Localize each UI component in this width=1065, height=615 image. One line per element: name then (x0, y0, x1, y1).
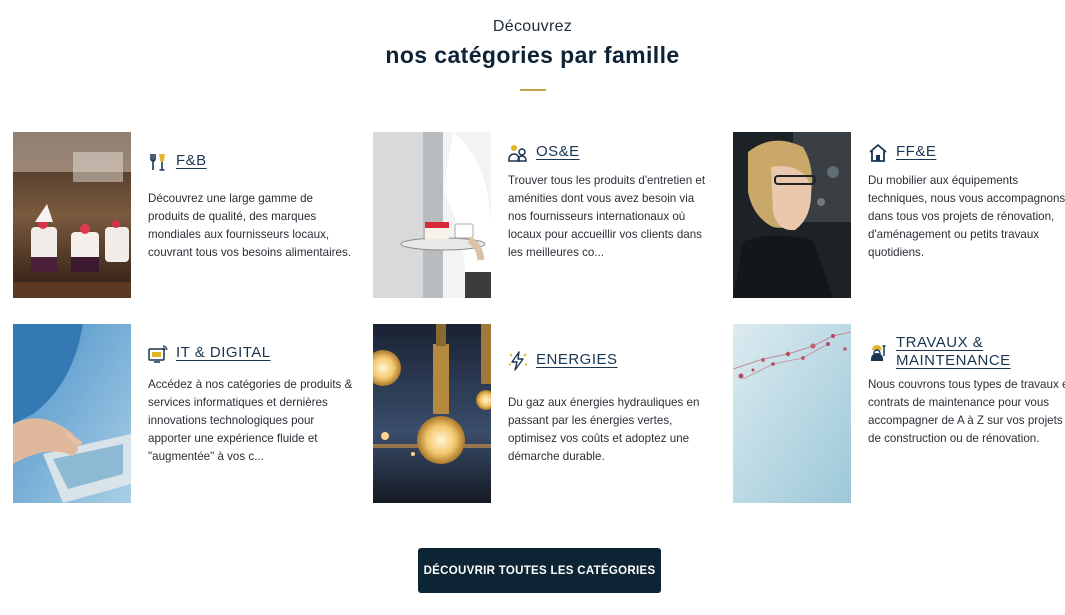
category-card-travaux-maintenance: TRAVAUX & MAINTENANCE Nous couvrons tous… (733, 324, 1065, 504)
section-header: Découvrez nos catégories par famille (0, 18, 1065, 91)
it-digital-title-link[interactable]: IT & DIGITAL (176, 344, 271, 362)
ffe-header: FF&E (868, 143, 936, 163)
travaux-maintenance-image[interactable] (733, 324, 851, 503)
house-icon (868, 143, 888, 163)
category-card-it-digital: IT & DIGITAL Accédez à nos catégories de… (13, 324, 353, 504)
category-card-energies: ENERGIES Du gaz aux énergies hydraulique… (373, 324, 713, 504)
travaux-maintenance-title-line2: MAINTENANCE (896, 352, 1011, 369)
fnb-image[interactable] (13, 132, 131, 298)
travaux-maintenance-title-line1: TRAVAUX & (896, 334, 984, 351)
travaux-maintenance-header: TRAVAUX & MAINTENANCE (868, 334, 1011, 370)
ose-description: Trouver tous les produits d'entretien et… (508, 174, 706, 259)
people-group-icon (508, 143, 528, 163)
ose-header: OS&E (508, 143, 580, 163)
fork-glass-icon (148, 152, 168, 172)
section-subtitle: Découvrez (492, 18, 573, 35)
fnb-title-link[interactable]: F&B (176, 152, 207, 170)
monitor-wifi-icon (148, 344, 168, 364)
energies-image[interactable] (373, 324, 491, 503)
it-digital-header: IT & DIGITAL (148, 344, 271, 364)
lightning-bolt-icon (508, 351, 528, 371)
ose-title-link[interactable]: OS&E (536, 143, 580, 161)
ffe-image[interactable] (733, 132, 851, 298)
ffe-title-link[interactable]: FF&E (896, 143, 936, 161)
fnb-description: Découvrez une large gamme de produits de… (148, 192, 351, 259)
travaux-maintenance-title-link[interactable]: TRAVAUX & MAINTENANCE (896, 334, 1011, 370)
it-digital-description: Accédez à nos catégories de produits & s… (148, 378, 353, 463)
category-card-ose: OS&E Trouver tous les produits d'entreti… (373, 132, 713, 312)
ose-image[interactable] (373, 132, 491, 298)
section-title: nos catégories par famille (385, 42, 680, 68)
ffe-description: Du mobilier aux équipements techniques, … (868, 174, 1065, 259)
travaux-maintenance-description: Nous couvrons tous types de travaux et c… (868, 378, 1065, 445)
discover-all-categories-button[interactable]: DÉCOUVRIR TOUTES LES CATÉGORIES (418, 548, 661, 593)
it-digital-image[interactable] (13, 324, 131, 503)
fnb-header: F&B (148, 152, 207, 172)
energies-description: Du gaz aux énergies hydrauliques en pass… (508, 396, 700, 463)
worker-tools-icon (868, 342, 888, 362)
energies-title-link[interactable]: ENERGIES (536, 351, 618, 369)
category-card-ffe: FF&E Du mobilier aux équipements techniq… (733, 132, 1065, 312)
energies-header: ENERGIES (508, 351, 618, 371)
category-card-fnb: F&B Découvrez une large gamme de produit… (13, 132, 353, 312)
title-divider (519, 89, 546, 91)
